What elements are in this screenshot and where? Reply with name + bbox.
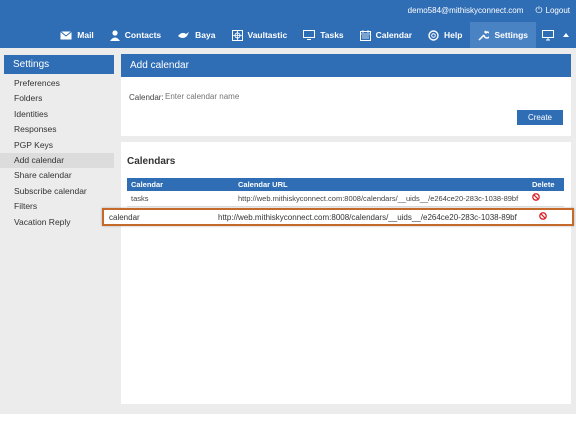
nav-label: Settings (494, 30, 528, 40)
nav-label: Vaultastic (247, 30, 288, 40)
column-header-calendar: Calendar (127, 178, 234, 191)
sidebar-title: Settings (4, 55, 114, 74)
sidebar-item-share-calendar[interactable]: Share calendar (0, 168, 114, 183)
nav-help[interactable]: Help (420, 22, 470, 48)
nav-label: Contacts (124, 30, 162, 40)
display-menu[interactable] (536, 22, 576, 48)
mail-icon (60, 30, 73, 39)
nav-settings[interactable]: Settings (470, 22, 536, 48)
nav-label: Tasks (320, 30, 344, 40)
calendar-field-label: Calendar: (129, 93, 164, 102)
main-nav: Mail Contacts Baya Vaultastic Tasks Cale… (0, 22, 576, 48)
highlighted-calendar-name: calendar (109, 212, 140, 222)
sidebar-item-responses[interactable]: Responses (0, 122, 114, 137)
table-row: tasks http://web.mithiskyconnect.com:800… (127, 191, 564, 207)
sidebar-list: Preferences Folders Identities Responses… (0, 76, 114, 230)
delete-icon[interactable] (536, 212, 547, 222)
nav-label: Help (444, 30, 463, 40)
top-bar: demo584@mithiskyconnect.com ⏻ Logout Mai… (0, 0, 576, 48)
calendars-table: Calendar Calendar URL Delete tasks http:… (127, 178, 564, 207)
sidebar-item-preferences[interactable]: Preferences (0, 76, 114, 91)
calendar-name: tasks (127, 191, 234, 207)
logout-link[interactable]: ⏻ Logout (535, 5, 570, 16)
delete-icon[interactable] (532, 193, 540, 203)
bottom-blank-area (0, 414, 576, 432)
sidebar-item-folders[interactable]: Folders (0, 91, 114, 106)
user-line: demo584@mithiskyconnect.com ⏻ Logout (408, 0, 576, 20)
nav-vaultastic[interactable]: Vaultastic (224, 22, 296, 48)
vaultastic-icon (231, 29, 243, 41)
sidebar-item-pgp-keys[interactable]: PGP Keys (0, 138, 114, 153)
sidebar-item-subscribe-calendar[interactable]: Subscribe calendar (0, 184, 114, 199)
highlighted-calendar-row[interactable]: calendar http://web.mithiskyconnect.com:… (102, 208, 574, 226)
nav-label: Calendar (375, 30, 413, 40)
wrench-icon (478, 29, 490, 41)
table-header-row: Calendar Calendar URL Delete (127, 178, 564, 191)
calendars-panel: Calendars Calendar Calendar URL Delete t… (121, 142, 571, 404)
monitor-icon (542, 29, 554, 40)
tasks-icon (303, 30, 316, 40)
help-icon (428, 29, 439, 41)
contacts-icon (109, 29, 120, 41)
nav-calendar[interactable]: Calendar (352, 22, 420, 48)
add-calendar-panel: Add calendar Calendar: Create (121, 54, 571, 136)
power-icon: ⏻ (535, 4, 543, 15)
calendar-url: http://web.mithiskyconnect.com:8008/cale… (234, 191, 528, 207)
user-email: demo584@mithiskyconnect.com (407, 5, 524, 15)
baya-icon (178, 32, 190, 38)
main-content: Add calendar Calendar: Create Calendars … (114, 48, 576, 414)
sidebar-item-add-calendar[interactable]: Add calendar (0, 152, 114, 169)
column-header-url: Calendar URL (234, 178, 528, 191)
sidebar-item-filters[interactable]: Filters (0, 199, 114, 214)
settings-sidebar: Settings Preferences Folders Identities … (0, 48, 114, 414)
nav-contacts[interactable]: Contacts (102, 22, 169, 48)
highlighted-calendar-url: http://web.mithiskyconnect.com:8008/cale… (218, 212, 517, 222)
sidebar-item-vacation-reply[interactable]: Vacation Reply (0, 215, 114, 230)
create-button[interactable]: Create (517, 110, 563, 125)
add-calendar-title: Add calendar (121, 54, 571, 77)
nav-mail[interactable]: Mail (52, 22, 102, 48)
column-header-delete: Delete (528, 178, 564, 191)
nav-baya[interactable]: Baya (169, 22, 223, 48)
sidebar-item-identities[interactable]: Identities (0, 107, 114, 122)
chevron-up-icon (563, 33, 569, 37)
calendar-icon (359, 29, 371, 41)
nav-label: Baya (195, 30, 216, 40)
delete-cell (528, 191, 564, 207)
nav-label: Mail (77, 30, 94, 40)
calendar-name-input[interactable] (165, 89, 365, 103)
nav-tasks[interactable]: Tasks (295, 22, 351, 48)
calendars-title: Calendars (127, 156, 176, 167)
logout-label: Logout (545, 5, 570, 15)
